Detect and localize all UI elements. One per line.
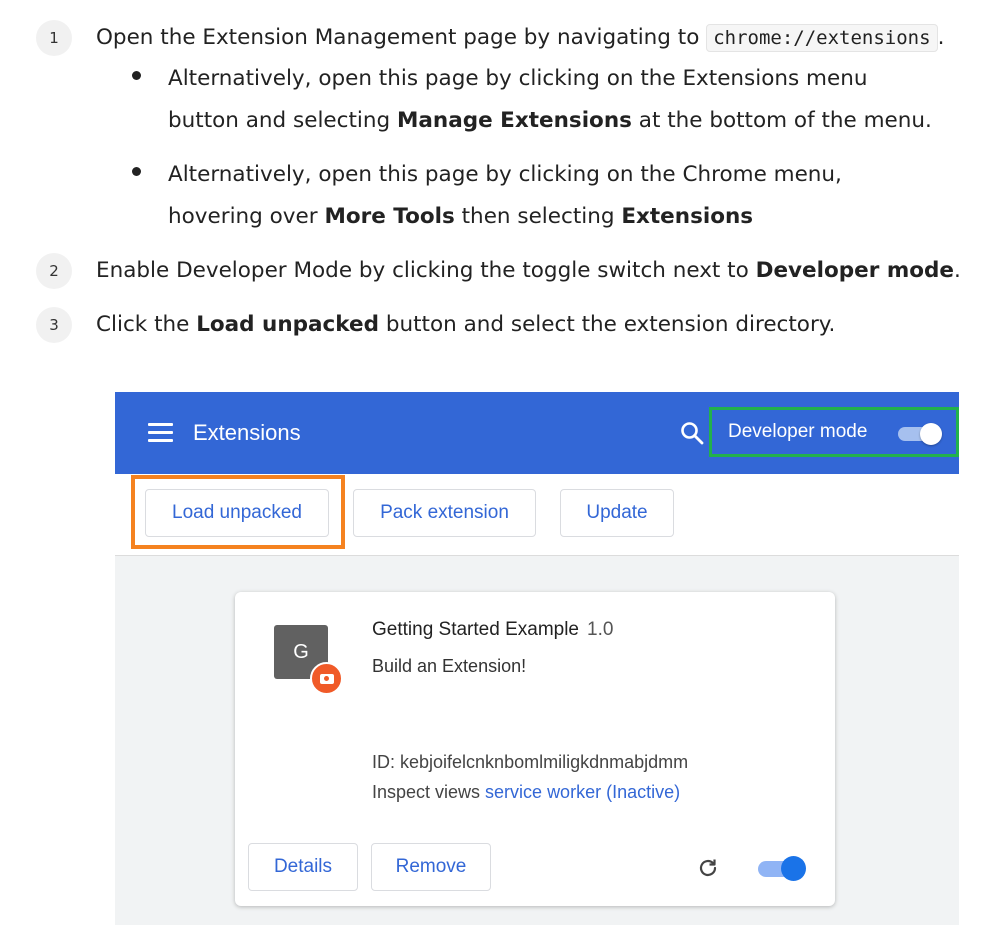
bullet-dot bbox=[132, 167, 141, 176]
remove-button[interactable]: Remove bbox=[371, 843, 491, 891]
update-button[interactable]: Update bbox=[560, 489, 674, 537]
bullet-text-part: hovering over bbox=[168, 204, 325, 229]
step-text-part: . bbox=[953, 258, 961, 283]
step-3: 3 Click the Load unpacked button and sel… bbox=[36, 307, 835, 343]
bullet-bold: Extensions bbox=[621, 204, 754, 229]
extension-enable-toggle[interactable] bbox=[758, 855, 806, 881]
extension-description: Build an Extension! bbox=[372, 656, 527, 676]
bullet-line: Alternatively, open this page by clickin… bbox=[168, 66, 868, 91]
menu-icon[interactable] bbox=[148, 423, 173, 443]
toggle-knob bbox=[920, 423, 942, 445]
step-text-part: Open the Extension Management page by na… bbox=[96, 25, 707, 50]
bullet-text: Alternatively, open this page by clickin… bbox=[168, 154, 842, 238]
step-1: 1 Open the Extension Management page by … bbox=[36, 20, 944, 56]
bullet-dot bbox=[132, 71, 141, 80]
step-bold: Load unpacked bbox=[196, 312, 379, 337]
code-snippet: chrome://extensions bbox=[706, 24, 938, 52]
header-title: Extensions bbox=[193, 420, 301, 445]
extensions-header: Extensions Developer mode bbox=[115, 392, 959, 474]
search-icon[interactable] bbox=[679, 420, 705, 446]
service-worker-link[interactable]: service worker (Inactive) bbox=[485, 782, 680, 802]
step-2: 2 Enable Developer Mode by clicking the … bbox=[36, 253, 961, 289]
bullet-bold: Manage Extensions bbox=[397, 108, 632, 133]
reload-icon[interactable] bbox=[696, 856, 720, 880]
step-text-part: button and select the extension director… bbox=[379, 312, 836, 337]
extension-card: G Getting Started Example 1.0 Build an Ex… bbox=[235, 592, 835, 906]
extension-name: Getting Started Example bbox=[372, 619, 579, 640]
extensions-toolbar: Load unpacked Pack extension Update bbox=[115, 474, 959, 556]
bullet-text-part: button and selecting bbox=[168, 108, 397, 133]
bullet-line: hovering over More Tools then selecting … bbox=[168, 196, 842, 238]
bullet-item-2: Alternatively, open this page by clickin… bbox=[132, 154, 842, 238]
bullet-text-part: then selecting bbox=[454, 204, 622, 229]
extension-version: 1.0 bbox=[587, 619, 614, 640]
step-text-part: Click the bbox=[96, 312, 197, 337]
developer-mode-highlight: Developer mode bbox=[709, 407, 959, 457]
service-worker-badge-icon bbox=[310, 662, 343, 695]
step-number: 1 bbox=[36, 20, 72, 56]
extension-id: ID: kebjoifelcnknbomlmiligkdnmabjdmm bbox=[372, 752, 689, 772]
step-text: Open the Extension Management page by na… bbox=[96, 20, 944, 56]
step-text: Click the Load unpacked button and selec… bbox=[96, 307, 835, 343]
toggle-knob bbox=[781, 856, 806, 881]
bullet-text: Alternatively, open this page by clickin… bbox=[168, 58, 932, 142]
developer-mode-label: Developer mode bbox=[728, 421, 868, 442]
load-unpacked-highlight bbox=[131, 475, 345, 549]
bullet-item-1: Alternatively, open this page by clickin… bbox=[132, 58, 932, 142]
step-text-part: . bbox=[937, 25, 945, 50]
bullet-line: button and selecting Manage Extensions a… bbox=[168, 100, 932, 142]
step-text-part: Enable Developer Mode by clicking the to… bbox=[96, 258, 756, 283]
developer-mode-toggle[interactable] bbox=[898, 422, 942, 445]
extensions-page-screenshot: Extensions Developer mode Load unpacked … bbox=[115, 392, 959, 925]
extension-name-line: Getting Started Example 1.0 bbox=[372, 618, 613, 642]
bullet-line: Alternatively, open this page by clickin… bbox=[168, 162, 842, 187]
step-bold: Developer mode bbox=[755, 258, 954, 283]
step-text: Enable Developer Mode by clicking the to… bbox=[96, 253, 961, 289]
bullet-text-part: at the bottom of the menu. bbox=[631, 108, 932, 133]
step-number: 2 bbox=[36, 253, 72, 289]
pack-extension-button[interactable]: Pack extension bbox=[353, 489, 536, 537]
details-button[interactable]: Details bbox=[248, 843, 358, 891]
bullet-bold: More Tools bbox=[324, 204, 455, 229]
inspect-views: Inspect views service worker (Inactive) bbox=[372, 780, 680, 804]
inspect-views-label: Inspect views bbox=[372, 782, 486, 802]
step-number: 3 bbox=[36, 307, 72, 343]
